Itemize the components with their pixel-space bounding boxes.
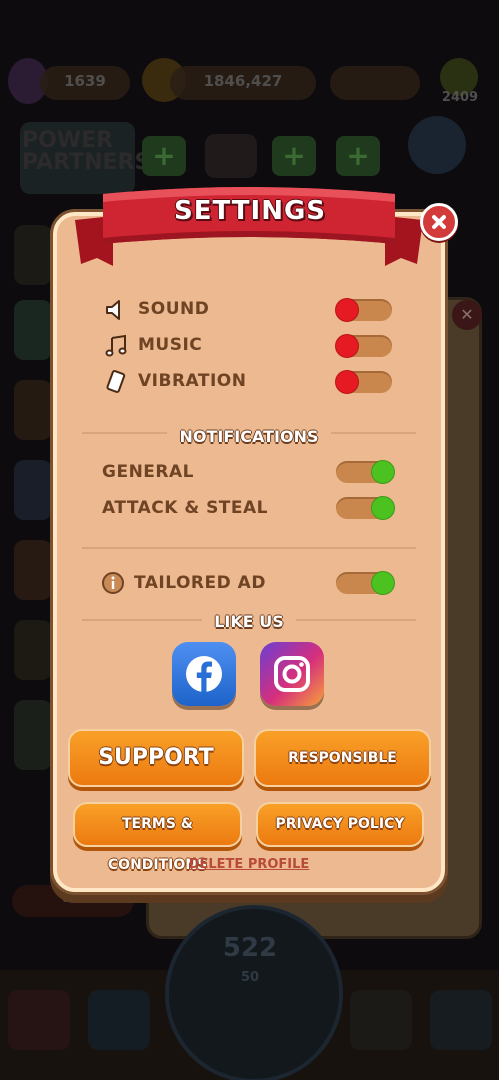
side-tile-3 bbox=[14, 380, 52, 440]
map-icon bbox=[408, 116, 466, 174]
instagram-button[interactable] bbox=[260, 642, 324, 706]
music-note-icon bbox=[105, 334, 127, 357]
side-tile-2 bbox=[14, 300, 52, 360]
privacy-policy-button[interactable]: PRIVACY POLICY bbox=[256, 802, 424, 847]
bottom-nav-5 bbox=[430, 990, 492, 1050]
general-label: GENERAL bbox=[102, 462, 194, 482]
close-button[interactable] bbox=[420, 203, 458, 241]
bottom-nav-4 bbox=[350, 990, 412, 1050]
progress-value: 0/1 bbox=[61, 891, 85, 906]
general-toggle[interactable] bbox=[336, 460, 395, 484]
speaker-icon bbox=[106, 300, 120, 320]
side-tile-6 bbox=[14, 620, 52, 680]
side-tile-7 bbox=[14, 700, 52, 770]
currency-pill-2: 1846,427 bbox=[170, 66, 316, 100]
notifications-divider-right bbox=[331, 432, 416, 434]
vibration-label: VIBRATION bbox=[138, 371, 247, 391]
like-us-divider-left bbox=[82, 619, 202, 621]
sound-toggle-knob bbox=[335, 298, 359, 322]
bottom-nav-2 bbox=[88, 990, 150, 1050]
sound-toggle[interactable] bbox=[335, 298, 392, 322]
tailored-ad-label: TAILORED AD bbox=[134, 573, 266, 593]
music-label: MUSIC bbox=[138, 335, 203, 355]
music-toggle[interactable] bbox=[335, 334, 392, 358]
currency-2-value: 1846,427 bbox=[203, 72, 283, 90]
notifications-divider-left bbox=[82, 432, 167, 434]
info-icon bbox=[102, 572, 124, 594]
phone-vibration-icon bbox=[106, 370, 126, 393]
facebook-icon bbox=[186, 656, 222, 692]
attack-toggle-knob bbox=[371, 496, 395, 520]
support-button[interactable]: SUPPORT bbox=[68, 729, 244, 787]
add-slot-3: + bbox=[272, 136, 316, 176]
tailored-ad-toggle-knob bbox=[371, 571, 395, 595]
facebook-button[interactable] bbox=[172, 642, 236, 706]
score-circle bbox=[165, 905, 343, 1080]
vibration-toggle[interactable] bbox=[335, 370, 392, 394]
sound-label: SOUND bbox=[138, 299, 210, 319]
bottom-nav-1 bbox=[8, 990, 70, 1050]
section-divider bbox=[82, 547, 416, 549]
delete-profile-link[interactable]: DELETE PROFILE bbox=[170, 857, 328, 872]
attack-toggle[interactable] bbox=[336, 496, 395, 520]
music-toggle-knob bbox=[335, 334, 359, 358]
like-us-title: LIKE US bbox=[214, 612, 284, 631]
like-us-divider-right bbox=[296, 619, 416, 621]
side-tile-5 bbox=[14, 540, 52, 600]
notifications-title: NOTIFICATIONS bbox=[179, 427, 319, 446]
star-count-pill: 2409 bbox=[428, 88, 492, 110]
slot-2 bbox=[205, 134, 257, 178]
background-close-icon: ✕ bbox=[452, 300, 482, 330]
side-tile-4 bbox=[14, 460, 52, 520]
score-value: 522 bbox=[222, 933, 278, 963]
terms-conditions-button[interactable]: TERMS & CONDITIONS bbox=[73, 802, 242, 873]
vibration-toggle-knob bbox=[335, 370, 359, 394]
instagram-icon bbox=[274, 656, 310, 692]
currency-pill-1: 1639 bbox=[40, 66, 130, 100]
tailored-ad-toggle[interactable] bbox=[336, 571, 395, 595]
currency-pill-3 bbox=[330, 66, 420, 100]
side-tile-1 bbox=[14, 225, 52, 285]
star-count: 2409 bbox=[441, 90, 479, 105]
settings-title: SETTINGS bbox=[173, 196, 327, 226]
currency-1-value: 1639 bbox=[64, 72, 106, 90]
score-sub-value: 50 bbox=[240, 970, 260, 985]
add-slot-1: + bbox=[142, 136, 186, 176]
add-slot-4: + bbox=[336, 136, 380, 176]
general-toggle-knob bbox=[371, 460, 395, 484]
attack-label: ATTACK & STEAL bbox=[102, 498, 269, 518]
responsible-gaming-button[interactable]: RESPONSIBLE GAMING bbox=[254, 729, 431, 820]
partners-label: POWER PARTNERS bbox=[22, 128, 151, 175]
